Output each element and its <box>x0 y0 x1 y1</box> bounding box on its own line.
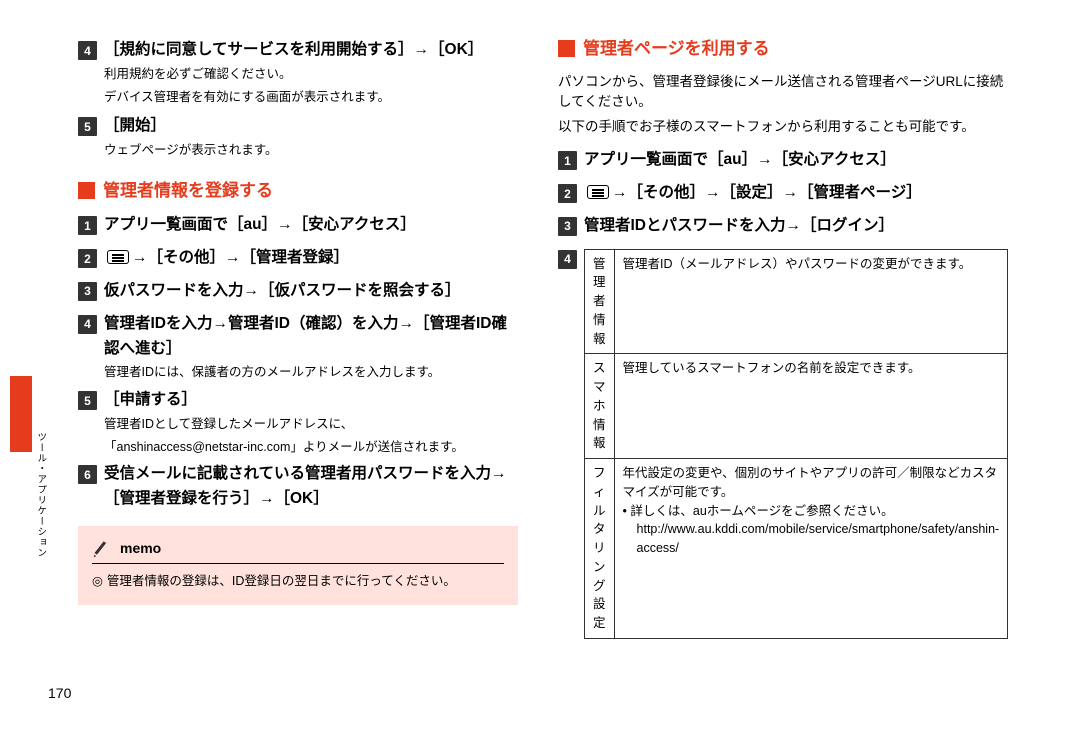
side-tab <box>10 376 32 452</box>
square-bullet-icon <box>558 40 575 57</box>
section-title: 管理者情報を登録する <box>103 178 273 204</box>
table-row: フィルタリング設定 年代設定の変更や、個別のサイトやアプリの許可／制限などカスタ… <box>585 459 1008 639</box>
step-title: 管理者IDを入力→管理者ID（確認）を入力→［管理者ID確認へ進む］ <box>104 312 518 362</box>
step-badge: 4 <box>558 250 577 269</box>
table-row: スマホ情報 管理しているスマートフォンの名前を設定できます。 <box>585 354 1008 459</box>
right-column: 管理者ページを利用する パソコンから、管理者登録後にメール送信される管理者ページ… <box>558 36 1008 639</box>
memo-text: 管理者情報の登録は、ID登録日の翌日までに行ってください。 <box>107 572 456 591</box>
step-badge: 5 <box>78 391 97 410</box>
step: 1 アプリ一覧画面で［au］→［安心アクセス］ <box>558 148 1008 173</box>
page-number: 170 <box>48 683 71 704</box>
cell-desc: 管理者ID（メールアドレス）やパスワードの変更ができます。 <box>614 249 1008 354</box>
step: 3 管理者IDとパスワードを入力→［ログイン］ <box>558 214 1008 239</box>
step-title: 管理者IDとパスワードを入力→［ログイン］ <box>584 214 894 239</box>
step-title: 仮パスワードを入力→［仮パスワードを照会する］ <box>104 279 461 304</box>
table-step: 4 管理者情報 管理者ID（メールアドレス）やパスワードの変更ができます。 スマ… <box>558 249 1008 639</box>
step-note: 利用規約を必ずご確認ください。 <box>104 65 518 84</box>
step: 5 ［申請する］ <box>78 388 518 413</box>
step: 4 ［規約に同意してサービスを利用開始する］→［OK］ <box>78 38 518 63</box>
step: 3 仮パスワードを入力→［仮パスワードを照会する］ <box>78 279 518 304</box>
table-row: 管理者情報 管理者ID（メールアドレス）やパスワードの変更ができます。 <box>585 249 1008 354</box>
step-title: ［規約に同意してサービスを利用開始する］→［OK］ <box>104 38 483 63</box>
step-note: 管理者IDとして登録したメールアドレスに、 <box>104 415 518 434</box>
memo-body: ◎ 管理者情報の登録は、ID登録日の翌日までに行ってください。 <box>92 572 504 591</box>
step: 2 →［その他］→［設定］→［管理者ページ］ <box>558 181 1008 206</box>
step-note: ウェブページが表示されます。 <box>104 141 518 160</box>
step-text: →［その他］→［設定］→［管理者ページ］ <box>612 184 922 201</box>
step-title: 受信メールに記載されている管理者用パスワードを入力→［管理者登録を行う］→［OK… <box>104 462 518 512</box>
step: 5 ［開始］ <box>78 114 518 139</box>
section-title: 管理者ページを利用する <box>583 36 770 62</box>
step-title: アプリ一覧画面で［au］→［安心アクセス］ <box>104 213 416 238</box>
menu-button-icon <box>587 185 609 199</box>
cell-line: http://www.au.kddi.com/mobile/service/sm… <box>623 520 1000 558</box>
cell-label: スマホ情報 <box>585 354 615 459</box>
section-heading: 管理者ページを利用する <box>558 36 1008 62</box>
step-badge: 4 <box>78 41 97 60</box>
step-note: 「anshinaccess@netstar-inc.com」よりメールが送信され… <box>104 438 518 457</box>
step: 1 アプリ一覧画面で［au］→［安心アクセス］ <box>78 213 518 238</box>
memo-bullet: ◎ <box>92 572 103 591</box>
step-badge: 3 <box>78 282 97 301</box>
pencil-icon <box>92 538 112 558</box>
step: 2 →［その他］→［管理者登録］ <box>78 246 518 271</box>
paragraph: パソコンから、管理者登録後にメール送信される管理者ページURLに接続してください… <box>558 72 1008 114</box>
cell-label: 管理者情報 <box>585 249 615 354</box>
square-bullet-icon <box>78 182 95 199</box>
sidebar-label: ツール・アプリケーション <box>33 432 47 558</box>
step-badge: 2 <box>78 249 97 268</box>
step-title: ［申請する］ <box>104 388 197 413</box>
step-title: アプリ一覧画面で［au］→［安心アクセス］ <box>584 148 896 173</box>
memo-head: memo <box>92 538 504 564</box>
step-badge: 3 <box>558 217 577 236</box>
step-badge: 4 <box>78 315 97 334</box>
cell-desc: 管理しているスマートフォンの名前を設定できます。 <box>614 354 1008 459</box>
memo-box: memo ◎ 管理者情報の登録は、ID登録日の翌日までに行ってください。 <box>78 526 518 605</box>
cell-label: フィルタリング設定 <box>585 459 615 639</box>
settings-table: 管理者情報 管理者ID（メールアドレス）やパスワードの変更ができます。 スマホ情… <box>584 249 1008 639</box>
left-column: 4 ［規約に同意してサービスを利用開始する］→［OK］ 利用規約を必ずご確認くだ… <box>78 36 518 639</box>
step-badge: 5 <box>78 117 97 136</box>
step-badge: 1 <box>78 216 97 235</box>
step-badge: 1 <box>558 151 577 170</box>
section-heading: 管理者情報を登録する <box>78 178 518 204</box>
step-title: →［その他］→［設定］→［管理者ページ］ <box>584 181 922 206</box>
cell-desc: 年代設定の変更や、個別のサイトやアプリの許可／制限などカスタマイズが可能です。 … <box>614 459 1008 639</box>
step-note: デバイス管理者を有効にする画面が表示されます。 <box>104 88 518 107</box>
step: 4 管理者IDを入力→管理者ID（確認）を入力→［管理者ID確認へ進む］ <box>78 312 518 362</box>
step-note: 管理者IDには、保護者の方のメールアドレスを入力します。 <box>104 363 518 382</box>
cell-line: 年代設定の変更や、個別のサイトやアプリの許可／制限などカスタマイズが可能です。 <box>623 464 1000 502</box>
step-badge: 6 <box>78 465 97 484</box>
memo-label: memo <box>120 538 161 559</box>
step-title: ［開始］ <box>104 114 166 139</box>
step-badge: 2 <box>558 184 577 203</box>
step-text: →［その他］→［管理者登録］ <box>132 249 349 266</box>
paragraph: 以下の手順でお子様のスマートフォンから利用することも可能です。 <box>558 117 1008 138</box>
step-title: →［その他］→［管理者登録］ <box>104 246 349 271</box>
menu-button-icon <box>107 250 129 264</box>
step: 6 受信メールに記載されている管理者用パスワードを入力→［管理者登録を行う］→［… <box>78 462 518 512</box>
cell-line: • 詳しくは、auホームページをご参照ください。 <box>623 502 1000 521</box>
